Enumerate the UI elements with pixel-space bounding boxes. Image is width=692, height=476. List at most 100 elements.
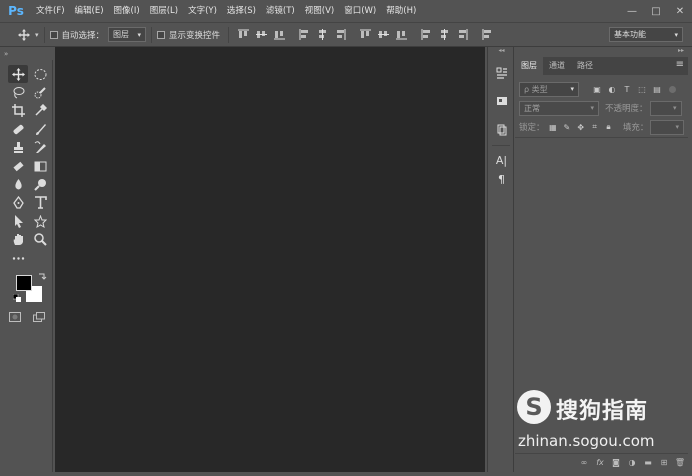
chevron-down-icon: ▾ [570, 85, 574, 93]
lock-artboard-icon[interactable]: ⌗ [589, 121, 600, 133]
panel-tab-1[interactable]: 通道 [543, 57, 571, 75]
menu-file[interactable]: 文件(F) [31, 0, 70, 22]
panel-tab-2[interactable]: 路径 [571, 57, 599, 75]
move-tool-icon[interactable] [8, 65, 28, 83]
auto-select-value: 图层 [113, 30, 130, 39]
chevron-down-icon: ▾ [674, 30, 678, 39]
path-selection-icon[interactable] [8, 212, 28, 230]
quick-selection-icon[interactable] [30, 83, 50, 101]
align-left-icon[interactable] [297, 29, 311, 41]
close-button[interactable]: ✕ [668, 0, 692, 22]
foreground-color-swatch[interactable] [16, 275, 32, 291]
menu-help[interactable]: 帮助(H) [381, 0, 421, 22]
separator [492, 145, 510, 146]
blur-tool-icon[interactable] [8, 175, 28, 193]
swap-colors-icon[interactable] [38, 272, 51, 283]
align-bottom-icon[interactable] [272, 29, 286, 41]
lock-all-icon[interactable]: 🔒︎ [603, 121, 614, 133]
type-filter-icon[interactable]: T [621, 83, 633, 95]
distribute-top-icon[interactable] [358, 29, 372, 41]
toolbar-handle[interactable]: » [0, 47, 54, 59]
character-panel-icon[interactable]: A| [493, 152, 510, 168]
panel-menu-icon[interactable]: ≡ [676, 59, 684, 70]
maximize-button[interactable]: □ [644, 0, 668, 22]
history-brush-icon[interactable] [30, 139, 50, 157]
align-top-icon[interactable] [236, 29, 250, 41]
document-canvas-area[interactable] [55, 47, 485, 472]
gradient-tool-icon[interactable] [30, 157, 50, 175]
brush-tool-icon[interactable] [30, 120, 50, 138]
workspace-dropdown[interactable]: 基本功能 ▾ [609, 27, 683, 42]
quick-mask-icon[interactable] [9, 312, 22, 323]
align-right-icon[interactable] [333, 29, 347, 41]
lock-pixels-icon[interactable]: ✎ [561, 121, 572, 133]
menu-image[interactable]: 图像(I) [109, 0, 145, 22]
blend-mode-dropdown[interactable]: 正常 ▾ [519, 100, 599, 116]
align-group [234, 29, 496, 41]
distribute-hcenter-icon[interactable] [437, 29, 451, 41]
paragraph-panel-icon[interactable]: ¶ [493, 171, 510, 187]
zoom-tool-icon[interactable] [30, 231, 50, 249]
custom-shape-icon[interactable] [30, 212, 50, 230]
pen-tool-icon[interactable] [8, 194, 28, 212]
dodge-tool-icon[interactable] [30, 175, 50, 193]
options-bar: ▾ 自动选择： 图层 ▾ 显示变换控件 基本功能 ▾ [0, 22, 692, 47]
strip-collapse-icon[interactable]: ◂◂ [488, 47, 515, 55]
opacity-input[interactable]: ▾ [649, 100, 682, 116]
blend-mode-value: 正常 [524, 103, 540, 113]
toolbar [4, 60, 53, 472]
auto-select-dropdown[interactable]: 图层 ▾ [108, 27, 147, 42]
type-tool-icon[interactable] [30, 194, 50, 212]
lasso-tool-icon[interactable] [8, 83, 28, 101]
distribute-right-icon[interactable] [455, 29, 469, 41]
adjustment-filter-icon[interactable]: ◐ [606, 83, 618, 95]
menu-filter[interactable]: 滤镜(T) [261, 0, 300, 22]
default-colors-icon[interactable] [12, 293, 26, 305]
move-tool-icon[interactable] [14, 27, 34, 43]
history-panel-icon[interactable] [493, 65, 510, 81]
lock-transparency-icon[interactable]: ▦ [548, 121, 559, 133]
distribute-vcenter-icon[interactable] [376, 29, 390, 41]
menu-window[interactable]: 窗口(W) [339, 0, 381, 22]
chevron-down-icon: ▾ [590, 104, 594, 112]
menu-type[interactable]: 文字(Y) [183, 0, 222, 22]
minimize-button[interactable]: — [620, 0, 644, 22]
properties-panel-icon[interactable] [493, 93, 510, 109]
crop-tool-icon[interactable] [8, 102, 28, 120]
align-vcenter-icon[interactable] [254, 29, 268, 41]
clone-stamp-icon[interactable] [8, 139, 28, 157]
eyedropper-icon[interactable] [30, 102, 50, 120]
distribute-left-icon[interactable] [419, 29, 433, 41]
hand-tool-icon[interactable] [8, 231, 28, 249]
screen-mode-icon[interactable] [33, 312, 46, 323]
more-tools-icon[interactable] [8, 249, 28, 267]
panel-collapse-icon[interactable]: ▸▸ [678, 47, 684, 54]
opacity-label: 不透明度： [605, 104, 648, 114]
filter-toggle-icon[interactable] [669, 85, 676, 93]
pixel-filter-icon[interactable]: ▣ [591, 83, 603, 95]
tool-preset-dropdown-icon[interactable]: ▾ [35, 31, 39, 39]
panel-tab-0[interactable]: 图层 [515, 57, 543, 75]
menu-view[interactable]: 视图(V) [300, 0, 339, 22]
auto-align-icon[interactable] [480, 29, 494, 41]
fill-input[interactable]: ▾ [650, 119, 684, 135]
healing-brush-icon[interactable] [8, 120, 28, 138]
watermark-brand: 搜狗指南 [556, 399, 649, 424]
layer-filter-dropdown[interactable]: ρ 类型 ▾ [519, 81, 579, 97]
photoshop-logo: Ps [8, 4, 24, 18]
menu-select[interactable]: 选择(S) [222, 0, 261, 22]
lock-position-icon[interactable]: ✥ [575, 121, 586, 133]
smart-object-filter-icon[interactable]: ▤ [651, 83, 663, 95]
menu-edit[interactable]: 编辑(E) [70, 0, 109, 22]
chevron-down-icon: ▾ [673, 104, 677, 112]
show-transform-checkbox[interactable] [157, 30, 166, 39]
auto-select-checkbox[interactable] [49, 30, 58, 39]
libraries-panel-icon[interactable] [493, 122, 510, 138]
svg-text:»: » [4, 50, 8, 58]
elliptical-marquee-icon[interactable] [30, 65, 50, 83]
shape-filter-icon[interactable]: ⬚ [636, 83, 648, 95]
eraser-tool-icon[interactable] [8, 157, 28, 175]
align-hcenter-icon[interactable] [315, 29, 329, 41]
menu-layer[interactable]: 图层(L) [145, 0, 183, 22]
distribute-bottom-icon[interactable] [394, 29, 408, 41]
